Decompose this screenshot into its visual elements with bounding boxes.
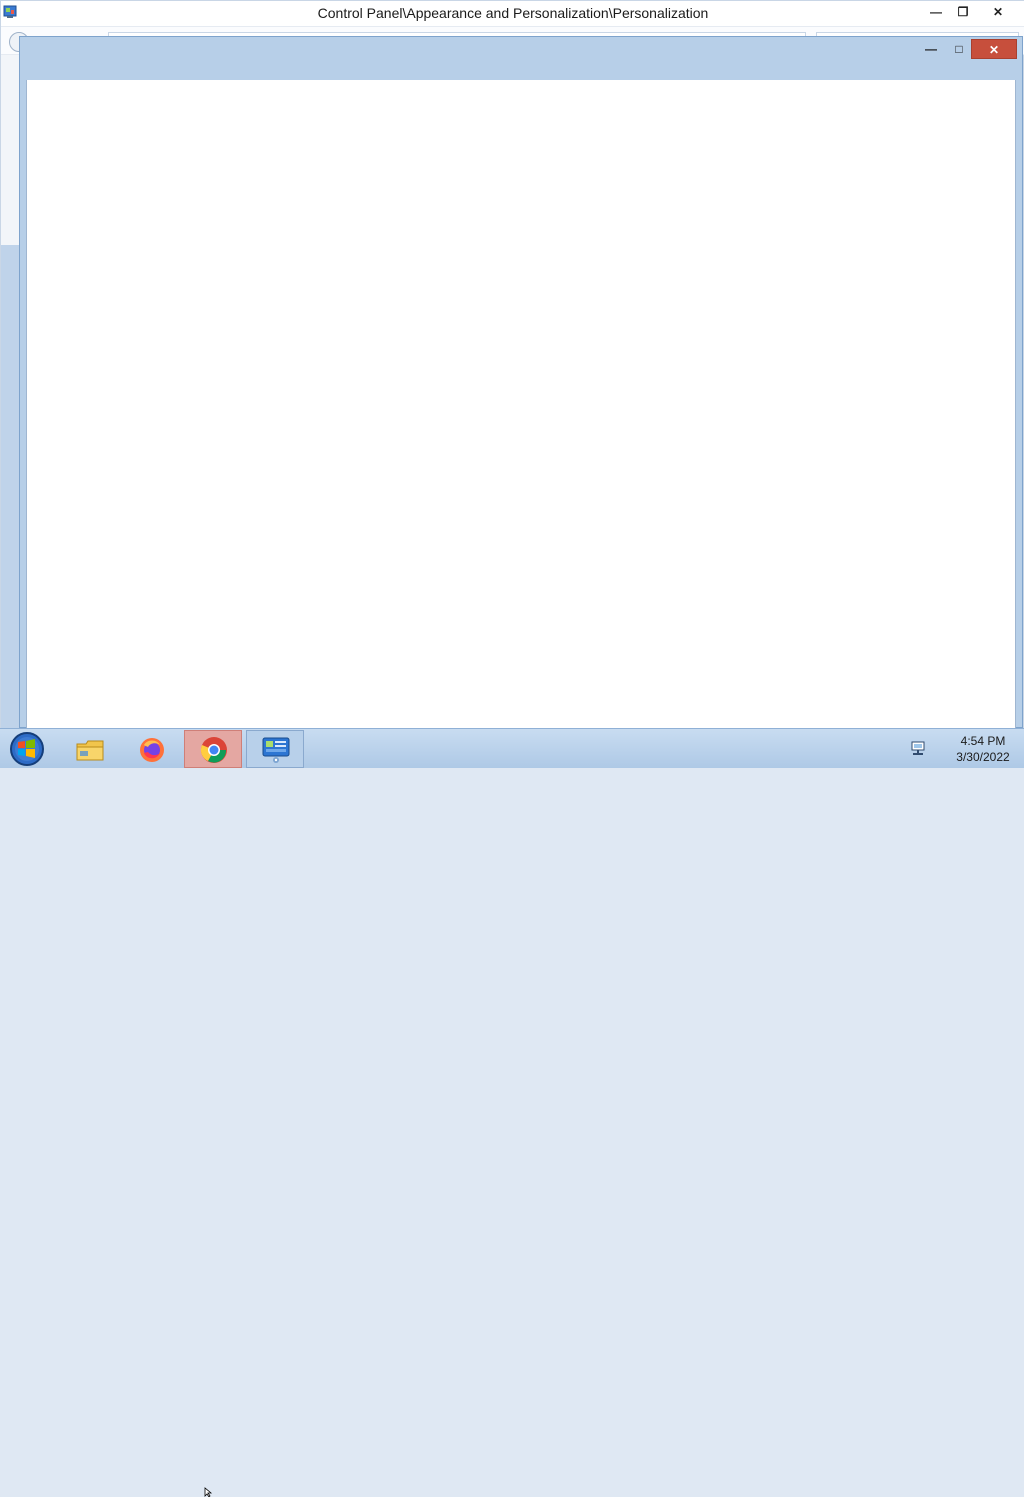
taskbar: 4:54 PM 3/30/2022 xyxy=(0,728,1024,1497)
system-tray: 4:54 PM 3/30/2022 xyxy=(909,729,1024,769)
close-button[interactable]: ✕ xyxy=(971,39,1017,59)
taskbar-item-file-explorer[interactable] xyxy=(60,730,118,768)
window-content xyxy=(26,80,1016,729)
start-button[interactable] xyxy=(6,730,48,768)
taskbar-item-control-panel[interactable] xyxy=(246,730,304,768)
taskbar-item-chrome[interactable] xyxy=(184,730,242,768)
network-icon[interactable] xyxy=(909,740,927,758)
clock-time[interactable]: 4:54 PM xyxy=(943,733,1023,749)
firefox-icon xyxy=(140,738,164,762)
minimize-button[interactable]: — xyxy=(925,3,947,21)
mouse-cursor-icon xyxy=(204,1487,213,1497)
clock-date[interactable]: 3/30/2022 xyxy=(943,749,1023,765)
blank-window-titlebar[interactable]: — □ ✕ xyxy=(20,37,1022,80)
restore-button[interactable]: ❐ xyxy=(952,3,974,21)
folder-icon xyxy=(76,740,104,761)
taskbar-item-firefox[interactable] xyxy=(122,730,180,768)
chrome-icon xyxy=(200,737,227,763)
control-panel-titlebar[interactable]: Control Panel\Appearance and Personaliza… xyxy=(1,1,1024,27)
minimize-button[interactable]: — xyxy=(920,39,942,59)
blank-window: — □ ✕ xyxy=(19,36,1023,729)
maximize-button[interactable]: □ xyxy=(948,39,970,59)
window-title: Control Panel\Appearance and Personaliza… xyxy=(317,5,709,21)
window-edge xyxy=(1,245,21,729)
close-button[interactable]: ✕ xyxy=(987,3,1009,21)
control-panel-icon xyxy=(262,737,290,763)
